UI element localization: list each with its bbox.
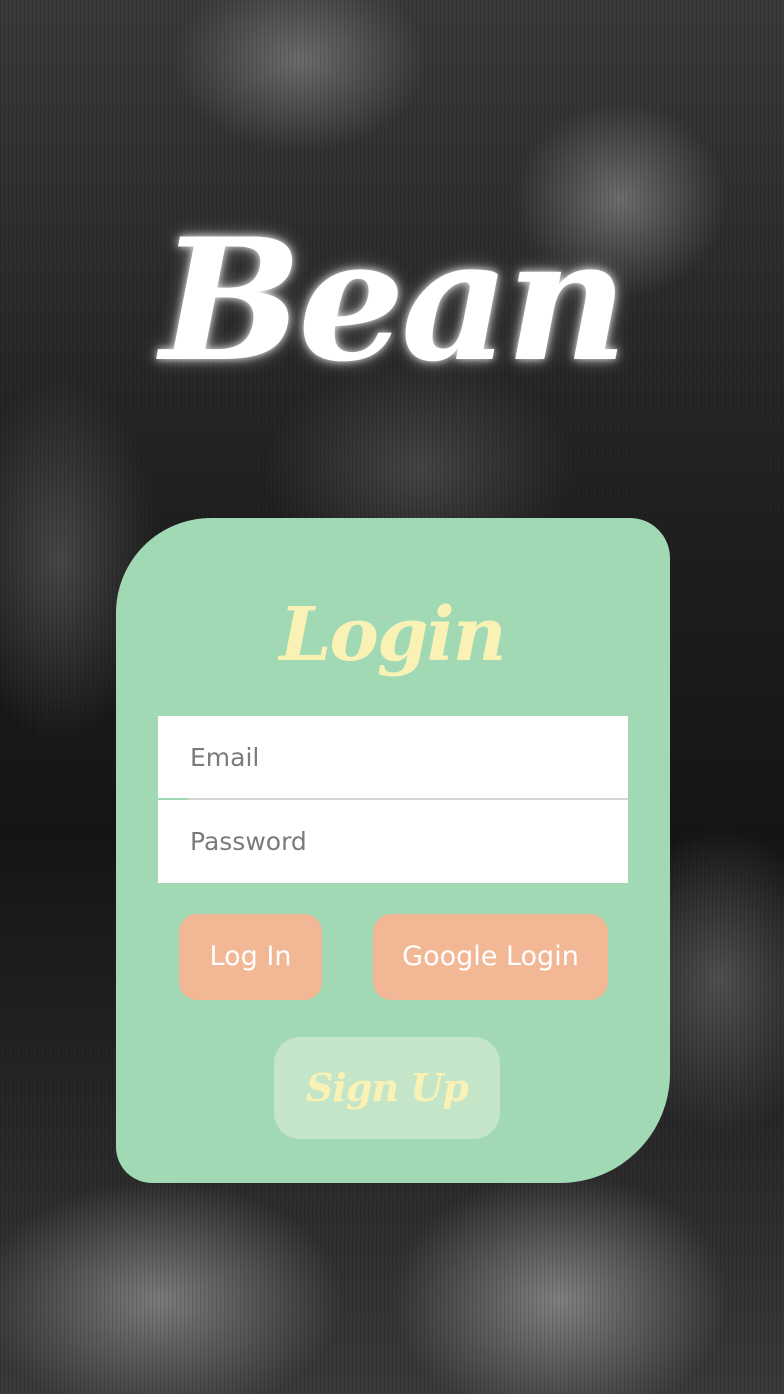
email-input[interactable] — [190, 716, 610, 798]
sign-up-button[interactable]: Sign Up — [274, 1037, 500, 1139]
log-in-button[interactable]: Log In — [179, 914, 322, 1000]
app-logo-text: Bean — [160, 201, 628, 399]
password-input[interactable] — [190, 800, 610, 883]
password-field-container — [158, 800, 628, 883]
email-field-container — [158, 716, 628, 800]
login-title: Login — [279, 592, 506, 678]
google-login-button[interactable]: Google Login — [373, 914, 608, 1000]
